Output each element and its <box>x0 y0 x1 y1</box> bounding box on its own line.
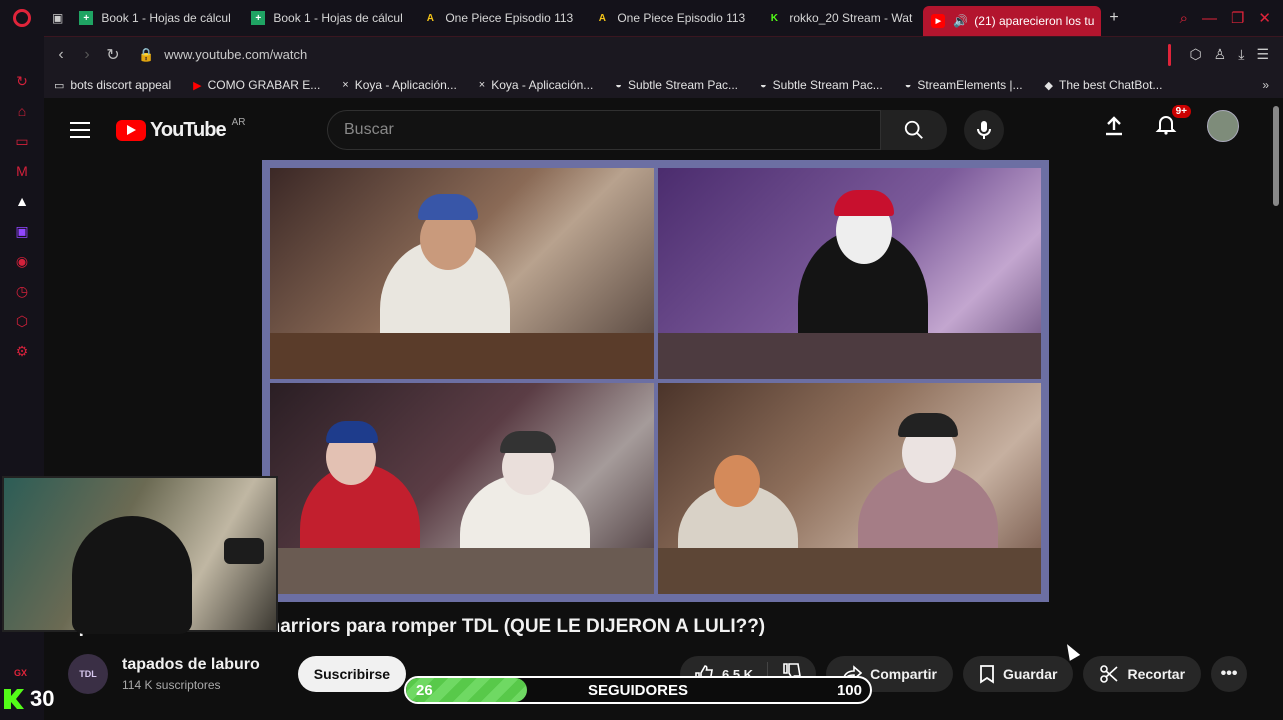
minimize-icon[interactable]: — <box>1202 10 1217 27</box>
youtube-logo[interactable]: YouTube AR <box>116 117 245 142</box>
save-button[interactable]: Guardar <box>962 656 1074 692</box>
download-icon[interactable]: ⤓ <box>1238 46 1244 63</box>
diamond-icon: ◆ <box>1044 79 1054 92</box>
scrollbar[interactable] <box>1273 106 1279 206</box>
x-icon: × <box>342 79 349 91</box>
new-tab-button[interactable]: + <box>1101 0 1126 36</box>
bookmark-item[interactable]: ◒ Subtle Stream Pac... <box>760 78 883 92</box>
tab-youtube-active[interactable]: ▶ 🔊 (21) aparecieron los tu <box>923 6 1102 36</box>
viewer-count: 30 <box>30 686 55 711</box>
gx-label: GX <box>14 668 28 678</box>
clip-button[interactable]: Recortar <box>1083 656 1202 692</box>
tab-onepiece-2[interactable]: A One Piece Episodio 113 <box>587 0 759 36</box>
bag-icon: ◒ <box>760 79 767 91</box>
bookmark-icon <box>980 665 994 684</box>
youtube-icon: ▶ <box>931 14 946 28</box>
menu-icon[interactable]: ☰ <box>1256 46 1269 63</box>
youtube-play-icon <box>116 119 146 141</box>
search-tabs-icon[interactable]: ⌕ <box>1180 10 1188 27</box>
bookmark-item[interactable]: × Koya - Aplicación... <box>479 78 594 92</box>
search-button[interactable] <box>881 110 947 150</box>
tab-sheets-1[interactable]: + Book 1 - Hojas de cálcul <box>71 0 243 36</box>
url-field[interactable]: 🔒 www.youtube.com/watch <box>138 47 307 63</box>
forward-icon[interactable]: › <box>74 46 100 64</box>
back-icon[interactable]: ‹ <box>48 46 74 64</box>
followers-goal: 100 <box>836 682 862 699</box>
scissors-icon <box>1100 665 1118 683</box>
bag-icon: ◒ <box>904 79 912 91</box>
af-icon: A <box>598 12 606 24</box>
address-bar: ‹ › ↻ 🔒 www.youtube.com/watch ⬡ ♙ ⤓ ☰ <box>44 36 1283 72</box>
bag-icon: ◒ <box>615 79 622 91</box>
menu-icon[interactable] <box>70 122 90 138</box>
x-icon: × <box>478 79 486 91</box>
more-icon: ••• <box>1220 665 1238 682</box>
mic-icon <box>977 121 991 139</box>
notifications-button[interactable]: 9+ <box>1155 104 1191 140</box>
youtube-header: YouTube AR Buscar 9+ <box>44 98 1269 162</box>
settings-icon[interactable]: ⚙ <box>13 342 31 360</box>
search-icon <box>904 120 923 139</box>
bookmark-item[interactable]: × Koya - Aplicación... <box>342 78 457 92</box>
bookmark-item[interactable]: ◆ The best ChatBot... <box>1045 78 1163 92</box>
subscribe-button[interactable]: Suscribirse <box>297 656 407 692</box>
sheets-icon: + <box>79 11 94 25</box>
bookmark-item[interactable]: ◒ StreamElements |... <box>905 78 1023 92</box>
video-player[interactable] <box>262 160 1049 602</box>
folder-icon: ▭ <box>54 79 65 92</box>
channel-name[interactable]: tapados de laburo <box>122 656 260 674</box>
kick-sidebar-icon[interactable]: ▲ <box>13 192 31 210</box>
profile-icon[interactable]: ♙ <box>1214 46 1227 63</box>
close-icon[interactable]: ✕ <box>1258 9 1271 27</box>
avatar[interactable] <box>1207 110 1239 142</box>
tab-icon-game[interactable]: ▣ <box>44 0 71 36</box>
webcam-overlay <box>2 476 278 634</box>
opera-logo-icon[interactable] <box>0 0 44 36</box>
bookmark-item[interactable]: ▭ bots discort appeal <box>54 78 171 92</box>
voice-search-button[interactable] <box>964 110 1004 150</box>
search-input[interactable]: Buscar <box>327 110 881 150</box>
tv-icon[interactable]: ▭ <box>13 132 31 150</box>
browser-tab-bar: ▣ + Book 1 - Hojas de cálcul + Book 1 - Ho… <box>0 0 1283 36</box>
followers-goal-bar: 26 SEGUIDORES 100 <box>404 676 872 704</box>
video-frame-top-left <box>270 168 654 379</box>
af-icon: A <box>426 12 434 24</box>
music-icon[interactable]: ◉ <box>13 252 31 270</box>
subscriber-count: 114 K suscriptores <box>122 678 221 692</box>
video-frame-top-right <box>657 168 1041 379</box>
history-icon[interactable]: ◷ <box>13 282 31 300</box>
more-actions-button[interactable]: ••• <box>1211 656 1248 692</box>
kick-viewer-counter: 30 <box>0 684 64 714</box>
divider <box>1168 43 1172 66</box>
tab-sheets-2[interactable]: + Book 1 - Hojas de cálcul <box>243 0 415 36</box>
followers-label: SEGUIDORES <box>587 682 689 699</box>
bookmarks-bar: ▭ bots discort appeal ▶ COMO GRABAR E... ×… <box>44 72 1283 98</box>
refresh-icon[interactable]: ↻ <box>13 72 31 90</box>
video-frame-bottom-right <box>657 383 1041 594</box>
bookmark-item[interactable]: ▶ COMO GRABAR E... <box>193 78 320 92</box>
reload-icon[interactable]: ↻ <box>100 45 126 65</box>
lock-icon: 🔒 <box>138 46 155 62</box>
notification-badge: 9+ <box>1171 104 1191 118</box>
tab-onepiece-1[interactable]: A One Piece Episodio 113 <box>415 0 587 36</box>
twitch-icon[interactable]: ▣ <box>13 222 31 240</box>
bookmark-item[interactable]: ◒ Subtle Stream Pac... <box>615 78 738 92</box>
extensions-icon[interactable]: ⬡ <box>13 312 31 330</box>
extensions-icon[interactable]: ⬡ <box>1189 46 1201 63</box>
channel-avatar[interactable]: TDL <box>68 654 108 694</box>
bag-icon[interactable]: ⌂ <box>13 102 31 120</box>
m-icon[interactable]: M <box>13 162 31 180</box>
restore-icon[interactable]: ❐ <box>1231 9 1244 27</box>
youtube-icon: ▶ <box>193 79 202 92</box>
speaker-icon[interactable]: 🔊 <box>953 14 968 28</box>
upload-icon[interactable] <box>1103 115 1125 137</box>
tab-kick-stream[interactable]: Krokko_20 Stream - Wat <box>759 0 923 36</box>
sheets-icon: + <box>251 11 266 25</box>
kick-icon: K <box>770 12 778 24</box>
more-bookmarks-icon[interactable]: » <box>1262 78 1269 92</box>
video-frame-bottom-left <box>270 383 654 594</box>
kick-icon <box>4 689 24 709</box>
